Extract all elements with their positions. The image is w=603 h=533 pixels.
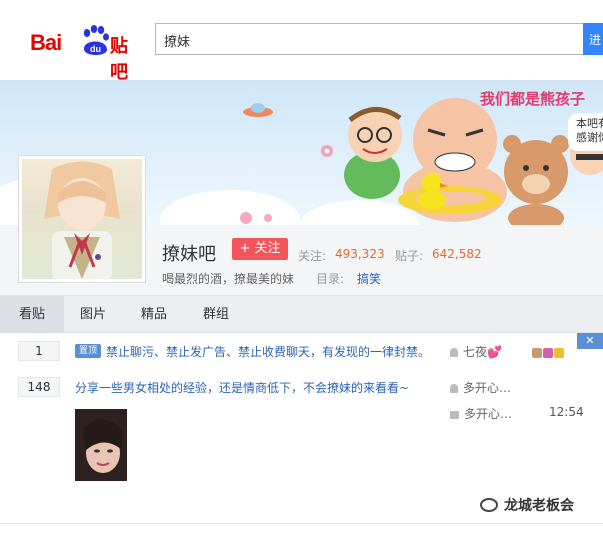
watermark-text: 龙城老板会 — [504, 498, 574, 514]
reply-icon — [450, 411, 459, 419]
reply-count: 148 — [18, 377, 60, 397]
directory-link[interactable]: 搞笑 — [357, 270, 381, 287]
search-input[interactable]: 撩妹 — [155, 23, 585, 55]
banner-notice[interactable]: 本吧有 感谢你 — [568, 113, 603, 151]
pinned-badge: 置顶 — [75, 344, 101, 358]
author-badges — [532, 343, 565, 362]
tab-posts[interactable]: 看贴 — [0, 296, 64, 333]
forum-name[interactable]: 撩妹吧 — [162, 240, 216, 266]
header: Bai du 贴吧 撩妹 进 — [0, 0, 603, 83]
tab-featured[interactable]: 精品 — [124, 296, 184, 333]
thread-thumbnail[interactable] — [75, 409, 127, 481]
search-button[interactable]: 进 — [583, 23, 603, 55]
thread-title[interactable]: 禁止聊污、禁止发广告、禁止收费聊天，有发现的一律封禁。 — [106, 343, 430, 360]
anime-girl-illustration — [44, 161, 120, 279]
vip-badge-icon — [554, 348, 564, 358]
close-icon[interactable]: ✕ — [577, 333, 603, 349]
user-icon — [450, 384, 458, 393]
thread-author[interactable]: 多开心… — [450, 379, 511, 396]
logo-bai-text: Bai — [30, 30, 62, 55]
logo-tieba-text: 贴吧 — [110, 36, 128, 83]
tab-images[interactable]: 图片 — [64, 296, 122, 333]
thumbnail-photo — [75, 409, 127, 481]
banner-slogan: 我们都是熊孩子 — [480, 90, 586, 108]
level-badge-icon — [532, 348, 542, 358]
last-reply-author-name: 多开心… — [464, 407, 513, 421]
forum-tabs: 看贴 图片 精品 群组 — [0, 295, 603, 333]
follow-count-label: 关注: — [298, 249, 327, 263]
watermark: 龙城老板会 — [480, 495, 574, 515]
last-reply-author[interactable]: 多开心… — [450, 405, 512, 422]
wechat-icon — [480, 498, 498, 512]
post-count: 642,582 — [432, 247, 482, 261]
last-reply-time: 12:54 — [549, 405, 584, 419]
tab-groups[interactable]: 群组 — [186, 296, 246, 333]
divider — [0, 523, 603, 524]
directory-label: 目录: — [316, 272, 345, 286]
paw-icon: du — [83, 25, 109, 55]
tieba-page: Bai du 贴吧 撩妹 进 我们都是熊孩子 本吧 感谢 撩妹吧 + 关注 关注… — [0, 0, 603, 533]
baidu-tieba-logo[interactable]: Bai du 贴吧 — [30, 24, 142, 83]
forum-avatar[interactable] — [18, 155, 146, 283]
thread-title[interactable]: 分享一些男女相处的经验，还是情商低下，不会撩妹的来看看~ — [75, 379, 409, 396]
logo-du-text: du — [90, 44, 101, 54]
follow-button[interactable]: + 关注 — [232, 238, 288, 260]
user-icon — [450, 348, 458, 357]
thread-author-name: 七夜💕 — [463, 345, 502, 359]
forum-avatar-image — [22, 159, 142, 279]
reply-count: 1 — [18, 341, 60, 361]
thread-author[interactable]: 七夜💕 — [450, 343, 502, 360]
member-badge-icon — [543, 348, 553, 358]
post-count-label: 贴子: — [395, 249, 424, 263]
thread-author-name: 多开心… — [463, 381, 512, 395]
follow-count: 493,323 — [335, 247, 385, 261]
search-input-value: 撩妹 — [164, 35, 191, 50]
forum-slogan: 喝最烈的酒，撩最美的妹 — [162, 272, 295, 286]
banner-notice-text: 本吧有 感谢你 — [576, 117, 603, 144]
